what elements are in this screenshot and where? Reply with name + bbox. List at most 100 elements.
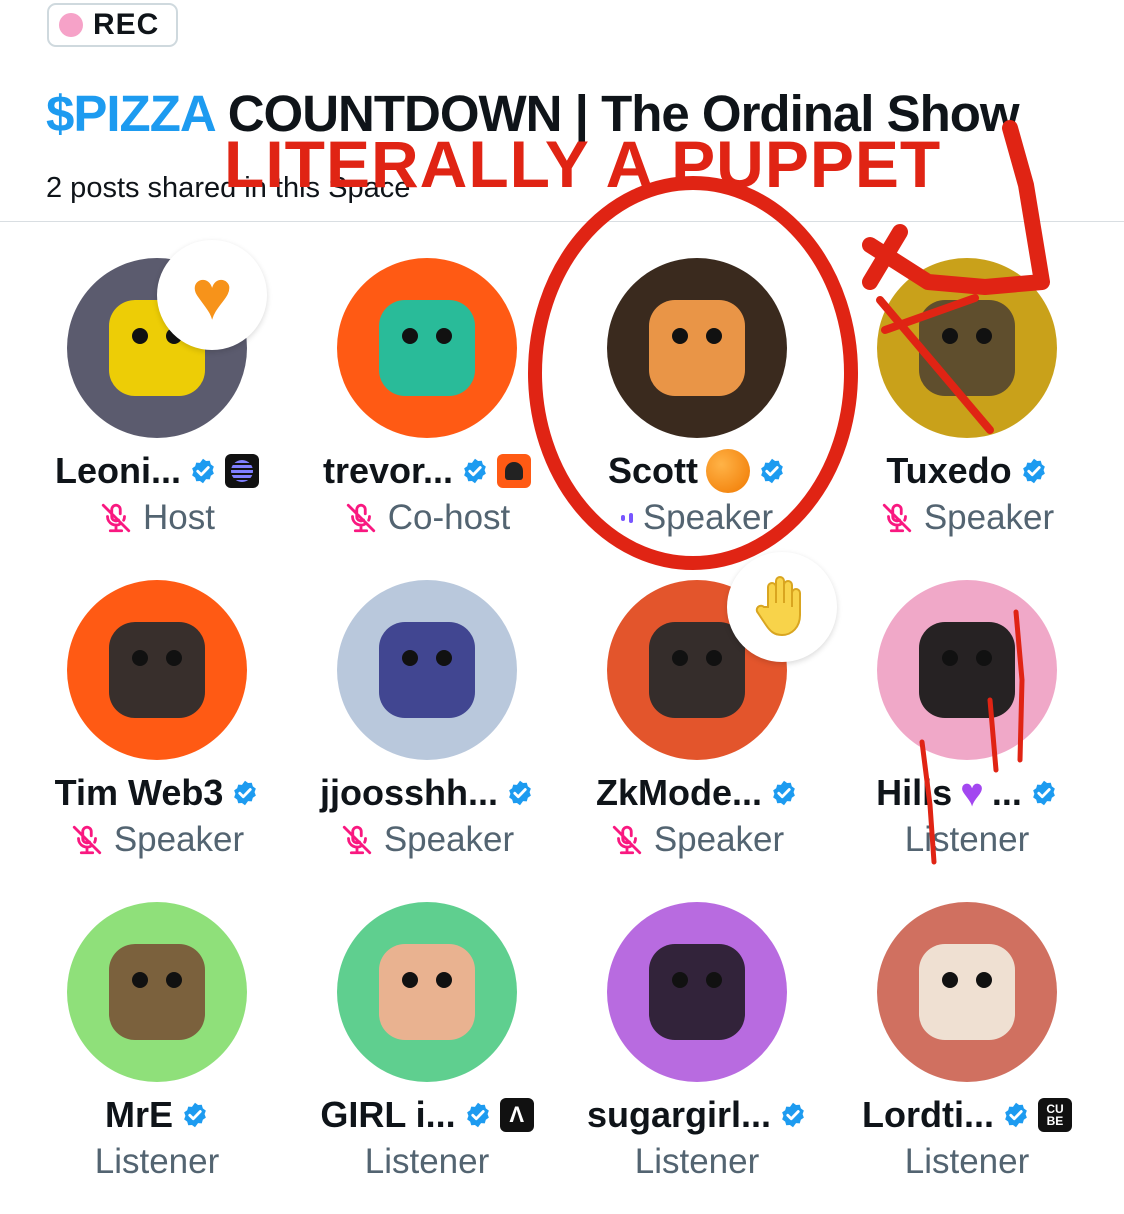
participant-role-row: Listener bbox=[905, 1142, 1030, 1182]
avatar-face bbox=[919, 300, 1015, 396]
muted-mic-icon bbox=[101, 503, 131, 533]
title-text: COUNTDOWN | The Ordinal Show bbox=[227, 85, 1020, 142]
participant-name-row: Leoni... bbox=[55, 450, 259, 492]
participant-name-row: Hills ♥... bbox=[876, 770, 1058, 815]
participant-role: Host bbox=[143, 498, 215, 537]
participant-name: GIRL i... bbox=[320, 1094, 456, 1135]
ninja-badge bbox=[497, 454, 532, 488]
avatar-face bbox=[109, 622, 205, 718]
participant-role: Listener bbox=[634, 1142, 760, 1181]
muted-mic-icon bbox=[342, 825, 371, 855]
participant-role-row: Listener bbox=[905, 820, 1030, 860]
participant-avatar[interactable] bbox=[607, 258, 787, 438]
participant-avatar[interactable] bbox=[877, 258, 1057, 438]
verified-badge-icon bbox=[466, 1102, 489, 1128]
shared-posts-link[interactable]: 2 posts shared in this Space bbox=[46, 172, 410, 205]
verified-badge-icon bbox=[1005, 1102, 1027, 1128]
participant-card[interactable]: Tim Web3 Speaker bbox=[22, 570, 292, 892]
avatar-face bbox=[649, 300, 745, 396]
participant-name: Hills bbox=[876, 772, 953, 813]
participant-name: Leoni... bbox=[55, 450, 181, 491]
verified-badge-icon bbox=[184, 1102, 206, 1128]
participant-role-row: Listener bbox=[365, 1142, 490, 1182]
participant-name: Tim Web3 bbox=[54, 772, 224, 813]
participant-role-row: Listener bbox=[95, 1142, 220, 1182]
avatar-face bbox=[649, 622, 745, 718]
participant-role-row: Speaker bbox=[620, 498, 774, 538]
muted-mic-icon bbox=[346, 503, 375, 533]
participant-card[interactable]: GIRL i... Λ Listener bbox=[292, 892, 562, 1214]
participant-name: Tuxedo bbox=[886, 450, 1012, 491]
participant-role-row: Speaker bbox=[880, 498, 1054, 538]
participant-name: Lordti... bbox=[862, 1094, 994, 1135]
participant-name-row: Scott bbox=[608, 449, 786, 493]
participant-role-row: Host bbox=[99, 498, 215, 538]
participant-name-suffix: ... bbox=[991, 772, 1022, 813]
verified-badge-icon bbox=[773, 780, 795, 806]
participant-avatar[interactable] bbox=[607, 902, 787, 1082]
participant-card[interactable]: sugargirl... Listener bbox=[562, 892, 832, 1214]
participant-name-row: sugargirl... bbox=[587, 1094, 807, 1136]
participant-card[interactable]: trevor... Co-host bbox=[292, 248, 562, 570]
participant-card[interactable]: Lordti... CU BE Listener bbox=[832, 892, 1102, 1214]
participant-role-row: Co-host bbox=[344, 498, 511, 538]
participant-role: Speaker bbox=[383, 820, 515, 859]
avatar-face bbox=[649, 944, 745, 1040]
title-ticker-link[interactable]: $PIZZA bbox=[46, 85, 217, 142]
participant-role: Speaker bbox=[923, 498, 1055, 537]
avatar-face bbox=[919, 944, 1015, 1040]
participant-name: jjoosshh... bbox=[319, 772, 498, 813]
purple-heart-emoji: ♥ bbox=[960, 770, 984, 815]
participant-card[interactable]: ZkMode... Speaker bbox=[562, 552, 837, 892]
participant-role-row: Speaker bbox=[340, 820, 514, 860]
rec-label: REC bbox=[93, 8, 160, 41]
verified-badge-icon bbox=[1033, 780, 1055, 806]
participant-name: Scott bbox=[608, 450, 698, 491]
participant-avatar[interactable] bbox=[337, 902, 517, 1082]
participant-card[interactable]: MrE Listener bbox=[22, 892, 292, 1214]
participant-avatar[interactable] bbox=[877, 580, 1057, 760]
participant-avatar[interactable] bbox=[877, 902, 1057, 1082]
avatar-face bbox=[379, 944, 475, 1040]
participant-role: Listener bbox=[364, 1142, 490, 1181]
participant-name-row: MrE bbox=[105, 1094, 209, 1136]
verified-badge-icon bbox=[509, 780, 531, 806]
participant-card[interactable]: Scott Speaker bbox=[562, 248, 832, 570]
participant-card[interactable]: Tuxedo Speaker bbox=[832, 248, 1102, 570]
avatar-face bbox=[919, 622, 1015, 718]
a-badge: Λ bbox=[499, 1098, 534, 1132]
speaking-indicator-icon bbox=[620, 513, 633, 523]
avatar-face bbox=[109, 944, 205, 1040]
participant-card[interactable]: jjoosshh... Speaker bbox=[292, 570, 562, 892]
verified-badge-icon bbox=[464, 458, 486, 484]
participant-card[interactable]: Hills ♥... Listener bbox=[832, 570, 1102, 892]
participant-name-row: Tuxedo bbox=[886, 450, 1047, 492]
verified-badge-icon bbox=[192, 458, 214, 484]
participant-role: Speaker bbox=[642, 498, 774, 537]
participant-role-row: Speaker bbox=[610, 820, 784, 860]
participant-role-row: Listener bbox=[635, 1142, 760, 1182]
participant-avatar[interactable] bbox=[67, 902, 247, 1082]
participant-avatar[interactable] bbox=[337, 258, 517, 438]
avatar-face bbox=[379, 300, 475, 396]
participant-avatar[interactable] bbox=[337, 580, 517, 760]
participant-role: Co-host bbox=[387, 498, 511, 537]
participant-name: ZkMode... bbox=[595, 772, 762, 813]
participant-name-row: trevor... bbox=[323, 450, 532, 492]
participant-name-row: GIRL i... Λ bbox=[320, 1094, 534, 1136]
participant-card[interactable]: Leoni... Host ♥ bbox=[22, 240, 292, 570]
participant-name-row: ZkMode... bbox=[596, 772, 798, 814]
participant-role: Listener bbox=[904, 1142, 1030, 1181]
avatar-face bbox=[379, 622, 475, 718]
participant-name-row: jjoosshh... bbox=[320, 772, 534, 814]
participant-role: Speaker bbox=[653, 820, 785, 859]
rec-badge: REC bbox=[47, 3, 178, 47]
participant-name: sugargirl... bbox=[586, 1094, 772, 1135]
participant-avatar[interactable] bbox=[67, 580, 247, 760]
space-title: $PIZZA COUNTDOWN | The Ordinal Show bbox=[46, 84, 1020, 143]
verified-badge-icon bbox=[782, 1102, 804, 1128]
participant-role: Speaker bbox=[113, 820, 245, 859]
participant-name-row: Lordti... CU BE bbox=[862, 1094, 1072, 1136]
participant-role: Listener bbox=[904, 820, 1030, 859]
raised-hand-reaction-icon bbox=[727, 552, 837, 662]
